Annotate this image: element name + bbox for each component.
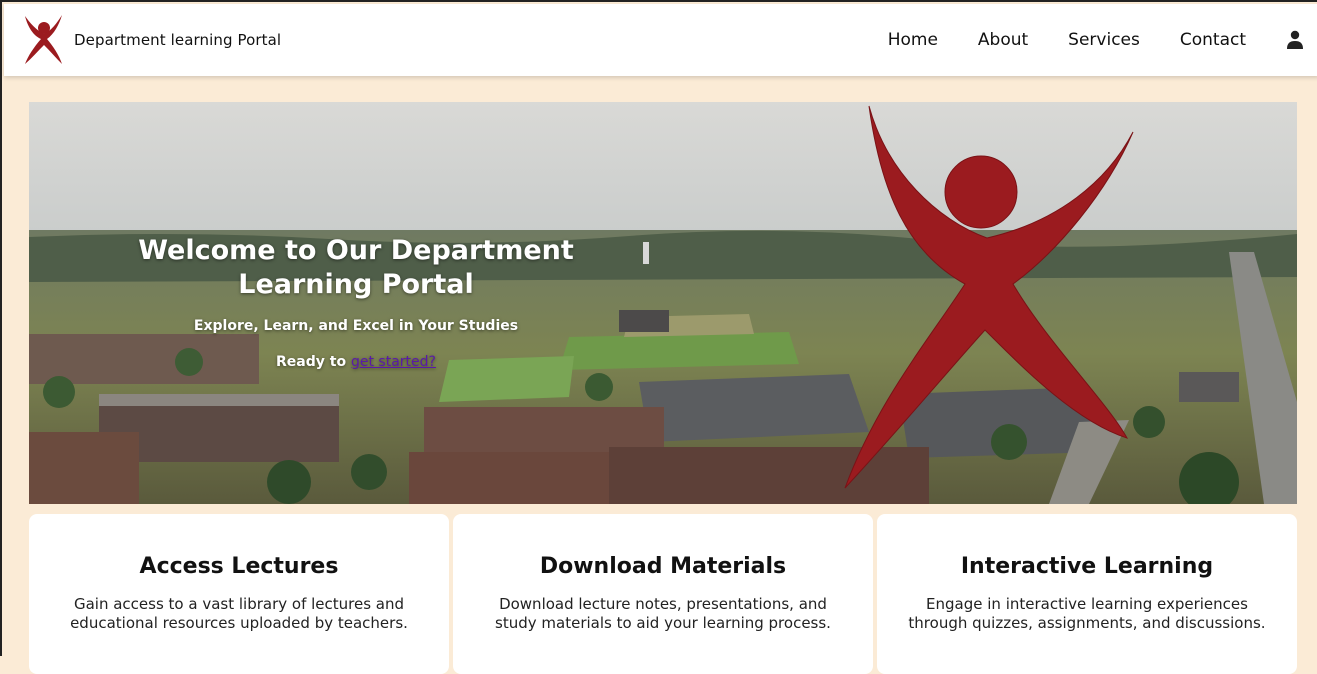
logo-icon (25, 15, 62, 64)
hero-cta: Ready to get started? (71, 354, 641, 370)
nav-about[interactable]: About (978, 30, 1028, 50)
card-title: Interactive Learning (960, 554, 1214, 579)
portal-logo-mark (844, 105, 1134, 489)
nav-home[interactable]: Home (888, 30, 938, 50)
nav-services[interactable]: Services (1068, 30, 1140, 50)
brand-name: Department learning Portal (74, 31, 282, 49)
nav-contact[interactable]: Contact (1180, 30, 1246, 50)
top-navbar: Department learning Portal Home About Se… (4, 4, 1317, 76)
brand[interactable]: Department learning Portal (22, 14, 281, 66)
get-started-link[interactable]: get started? (351, 354, 436, 370)
feature-card-lectures[interactable]: Access Lectures Gain access to a vast li… (29, 514, 449, 674)
card-text: Gain access to a vast library of lecture… (70, 595, 408, 632)
user-icon[interactable] (1286, 30, 1304, 50)
card-text: Engage in interactive learning experienc… (908, 595, 1266, 632)
card-title: Access Lectures (139, 554, 339, 579)
card-title: Download Materials (539, 554, 787, 579)
feature-card-interactive[interactable]: Interactive Learning Engage in interacti… (877, 514, 1297, 674)
hero-title: Welcome to Our Department Learning Porta… (138, 235, 574, 300)
hero-banner: Welcome to Our Department Learning Porta… (29, 102, 1297, 504)
feature-cards: Access Lectures Gain access to a vast li… (29, 514, 1297, 674)
page: Department learning Portal Home About Se… (0, 0, 1317, 674)
cta-prefix: Ready to (276, 354, 351, 370)
feature-card-materials[interactable]: Download Materials Download lecture note… (453, 514, 873, 674)
nav-links: Home About Services Contact (888, 4, 1317, 76)
card-text: Download lecture notes, presentations, a… (495, 595, 831, 632)
hero-subtitle: Explore, Learn, and Excel in Your Studie… (193, 318, 519, 334)
